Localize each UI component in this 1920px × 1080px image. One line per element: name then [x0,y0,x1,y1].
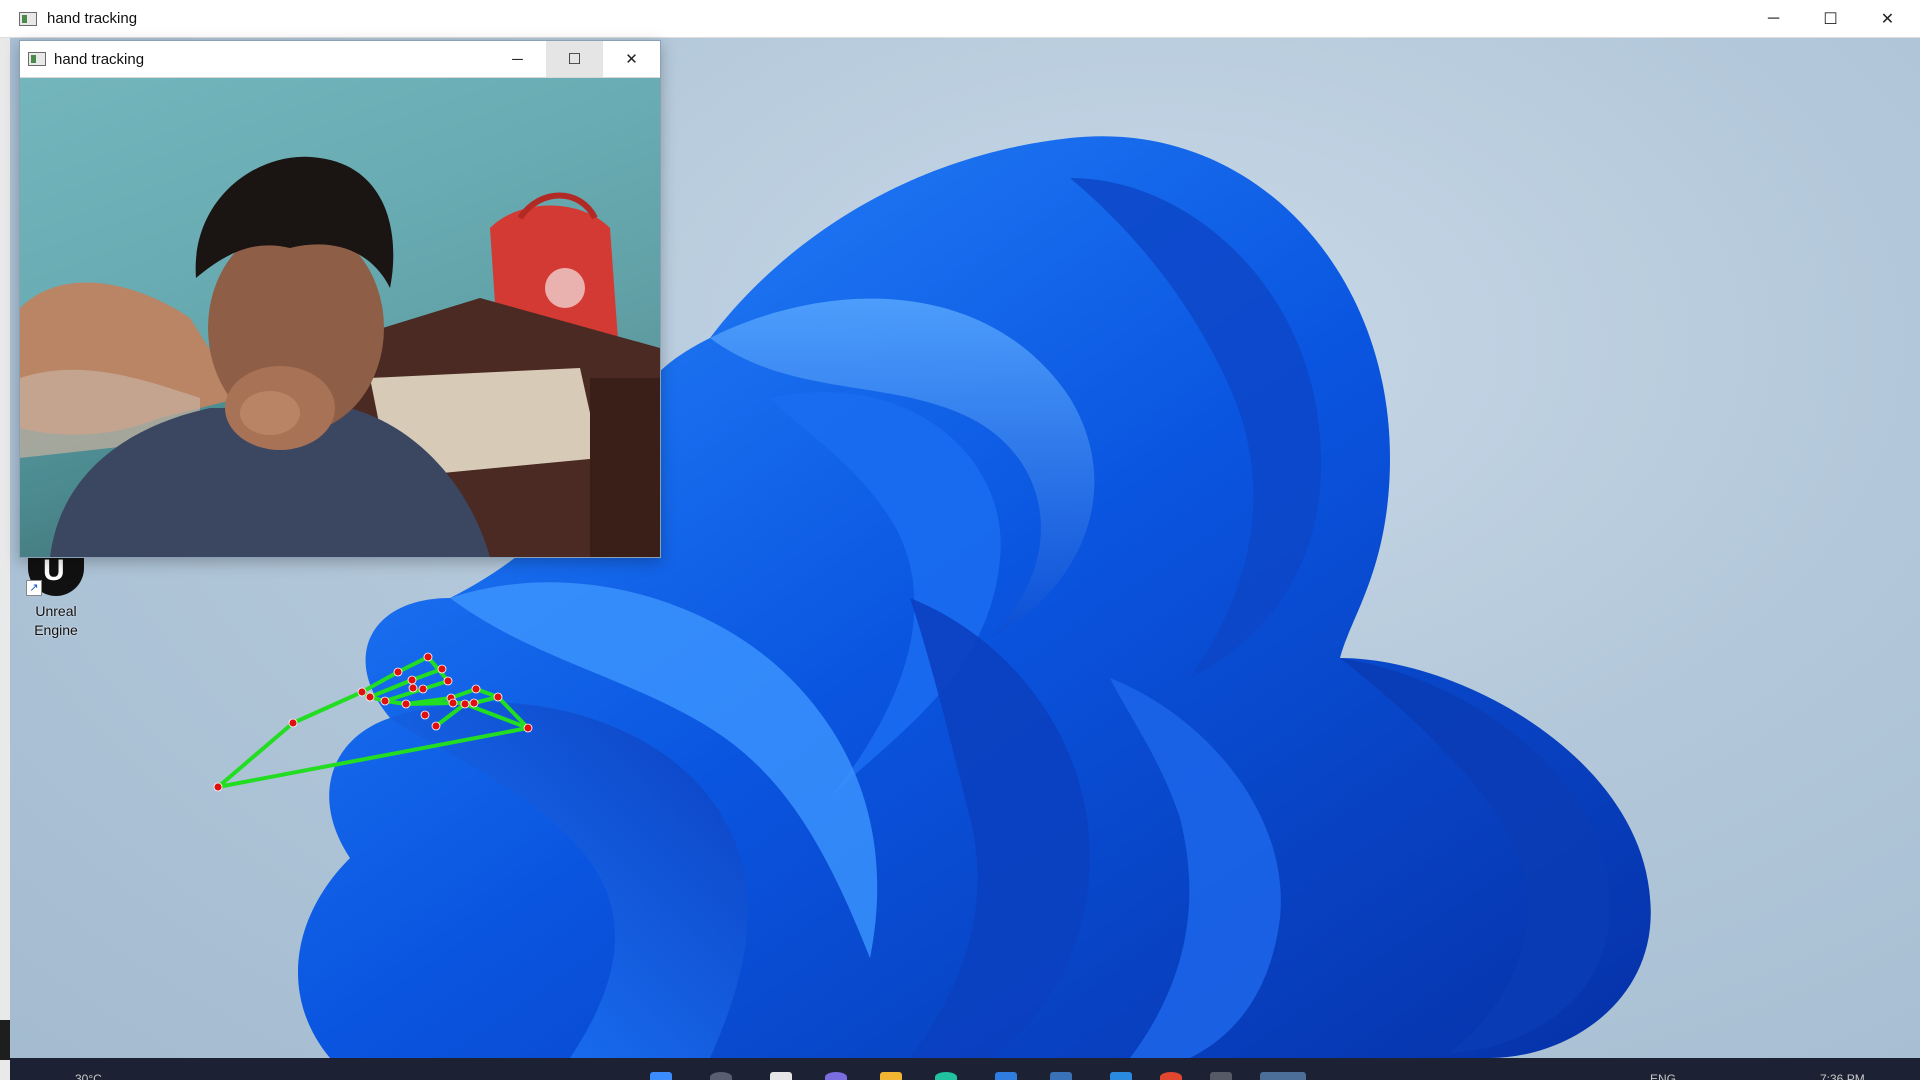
camera-window-controls: ─ ☐ ✕ [489,41,660,77]
maximize-button[interactable]: ☐ [546,41,603,77]
hand-landmark-point [401,699,411,709]
hand-skeleton-line [404,701,455,706]
vscode-icon[interactable] [1110,1072,1132,1080]
webcam-scene [20,78,660,557]
terminal-icon[interactable] [1210,1072,1232,1080]
hand-landmark-point [448,698,458,708]
hand-landmark-point [365,692,375,702]
hand-landmark-point [523,723,533,733]
hand-skeleton-line [291,690,364,725]
store-icon[interactable] [995,1072,1017,1080]
taskbar[interactable]: 30°C ENG 7:36 PM [10,1058,1920,1080]
minimize-button[interactable]: ─ [489,41,546,77]
hand-skeleton-line [216,726,530,789]
hand-landmark-point [288,718,298,728]
window-app-icon [19,11,37,26]
hand-skeleton-line [396,655,430,674]
outer-window-controls: ─ ☐ ✕ [1745,0,1916,37]
hand-landmark-point [471,684,481,694]
chrome-icon[interactable] [1160,1072,1182,1080]
maximize-button[interactable]: ☐ [1802,0,1859,37]
close-button[interactable]: ✕ [1859,0,1916,37]
hand-landmark-point [213,782,223,792]
camera-window-titlebar[interactable]: hand tracking ─ ☐ ✕ [20,41,660,78]
hand-landmark-point [493,692,503,702]
window-app-icon [28,52,46,66]
minimize-button[interactable]: ─ [1745,0,1802,37]
hand-landmark-point [420,710,430,720]
python-icon[interactable] [1050,1072,1072,1080]
folder-icon[interactable] [880,1072,902,1080]
start-icon[interactable] [650,1072,672,1080]
left-edge-strip [0,38,10,1080]
hand-landmark-point [443,676,453,686]
camera-window-title: hand tracking [54,50,145,68]
outer-window-titlebar[interactable]: hand tracking ─ ☐ ✕ [0,0,1920,38]
hand-landmark-point [418,684,428,694]
hand-skeleton-line [434,702,467,728]
hand-landmark-point [407,675,417,685]
chat-icon[interactable] [825,1072,847,1080]
hand-skeleton-line [216,721,295,789]
hand-landmark-point [357,687,367,697]
file-icon[interactable] [770,1072,792,1080]
language-indicator[interactable]: ENG [1650,1072,1676,1080]
hand-landmark-point [460,699,470,709]
hand-landmark-point [423,652,433,662]
hand-landmark-point [380,696,390,706]
hand-landmark-point [393,667,403,677]
close-button[interactable]: ✕ [603,41,660,77]
hand-landmark-points [213,652,533,792]
weather-widget[interactable]: 30°C [75,1072,102,1080]
outer-window-title: hand tracking [47,10,138,27]
search-icon[interactable] [710,1072,732,1080]
hand-landmark-point [469,698,479,708]
left-edge-dark [0,1020,10,1060]
camera-window[interactable]: hand tracking ─ ☐ ✕ [19,40,661,558]
clock[interactable]: 7:36 PM [1820,1072,1865,1080]
hand-skeleton-line [383,687,425,703]
webcam-feed [20,78,660,557]
hand-skeleton-lines [216,655,530,789]
hand-landmark-point [431,721,441,731]
hand-landmark-point [408,683,418,693]
edge-icon[interactable] [935,1072,957,1080]
hand-landmark-point [437,664,447,674]
active-window-icon[interactable] [1260,1072,1306,1080]
